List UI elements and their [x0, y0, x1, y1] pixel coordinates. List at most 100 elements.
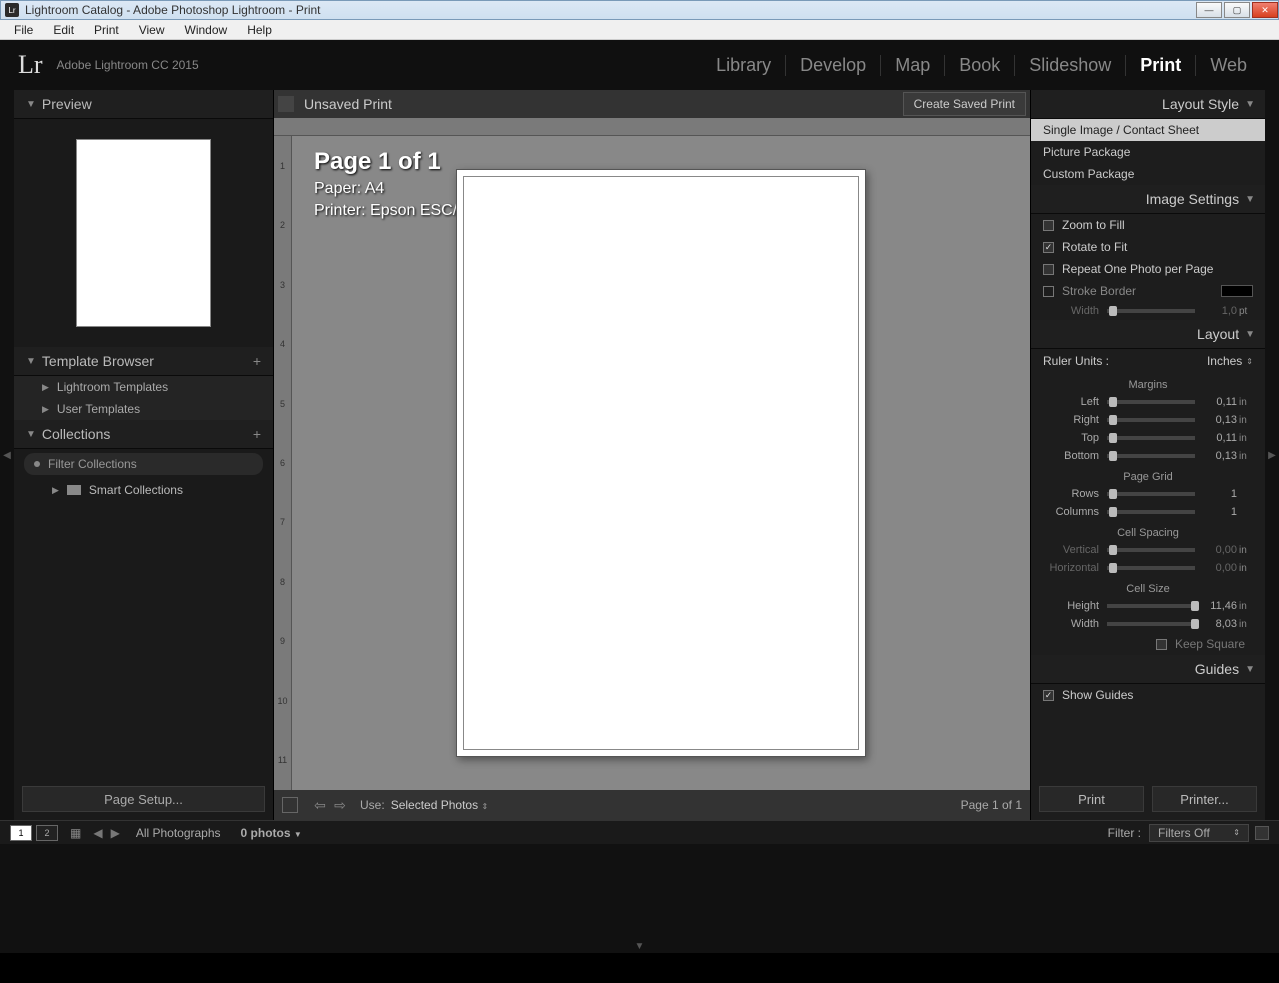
- tab-web[interactable]: Web: [1195, 55, 1261, 76]
- keep-square-checkbox[interactable]: Keep Square: [1031, 633, 1265, 655]
- style-picture-package[interactable]: Picture Package: [1031, 141, 1265, 163]
- source-label[interactable]: All Photographs: [136, 826, 221, 840]
- horizontal-spacing-slider[interactable]: Horizontal0,00in: [1031, 559, 1265, 577]
- stroke-width-slider[interactable]: Width 1,0pt: [1031, 302, 1265, 320]
- filter-label: Filter :: [1108, 826, 1141, 840]
- left-panel-toggle[interactable]: ◀: [0, 90, 14, 820]
- left-panel: ▼ Preview ▼ Template Browser + ▶ Lightro…: [14, 90, 274, 820]
- minimize-button[interactable]: —: [1196, 2, 1222, 18]
- filmstrip[interactable]: [0, 844, 1279, 939]
- margin-left-slider[interactable]: Left0,11in: [1031, 393, 1265, 411]
- smart-collections-row[interactable]: ▶ Smart Collections: [14, 479, 273, 501]
- margin-right-slider[interactable]: Right0,13in: [1031, 411, 1265, 429]
- next-page-button[interactable]: ⇨: [330, 797, 350, 814]
- printer-button[interactable]: Printer...: [1152, 786, 1257, 812]
- prev-page-button[interactable]: ⇦: [310, 797, 330, 814]
- vertical-spacing-slider[interactable]: Vertical0,00in: [1031, 541, 1265, 559]
- add-template-button[interactable]: +: [253, 353, 261, 369]
- style-single-image[interactable]: Single Image / Contact Sheet: [1031, 119, 1265, 141]
- canvas-area: 123 456 789 1011 Page 1 of 1 Paper: A4 P…: [274, 118, 1030, 790]
- menu-print[interactable]: Print: [84, 23, 129, 37]
- zoom-to-fill-checkbox[interactable]: Zoom to Fill: [1031, 214, 1265, 236]
- photo-count[interactable]: 0 photos ▼: [241, 826, 302, 840]
- tree-lightroom-templates[interactable]: ▶ Lightroom Templates: [14, 376, 273, 398]
- filter-collections-input[interactable]: Filter Collections: [24, 453, 263, 475]
- maximize-button[interactable]: ▢: [1224, 2, 1250, 18]
- lightroom-logo: Lr: [18, 50, 43, 80]
- layout-header[interactable]: Layout ▼: [1031, 320, 1265, 349]
- nav-forward-button[interactable]: ▶: [107, 826, 124, 840]
- use-dropdown[interactable]: Selected Photos ⇕: [391, 798, 488, 812]
- layout-style-header[interactable]: Layout Style ▼: [1031, 90, 1265, 119]
- page-grid-title: Page Grid: [1031, 465, 1265, 485]
- main-display-button[interactable]: 1: [10, 825, 32, 841]
- cell-size-title: Cell Size: [1031, 577, 1265, 597]
- smart-collections-label: Smart Collections: [89, 483, 183, 497]
- stroke-border-checkbox[interactable]: Stroke Border: [1031, 280, 1265, 302]
- layout-title: Layout: [1197, 326, 1239, 342]
- nav-back-button[interactable]: ◀: [89, 826, 106, 840]
- template-browser-header[interactable]: ▼ Template Browser +: [14, 347, 273, 376]
- soft-proofing-icon[interactable]: [278, 96, 294, 112]
- repeat-one-checkbox[interactable]: Repeat One Photo per Page: [1031, 258, 1265, 280]
- tab-print[interactable]: Print: [1125, 55, 1195, 76]
- rotate-to-fit-checkbox[interactable]: ✓Rotate to Fit: [1031, 236, 1265, 258]
- guides-header[interactable]: Guides ▼: [1031, 655, 1265, 684]
- right-panel: Layout Style ▼ Single Image / Contact Sh…: [1030, 90, 1265, 820]
- secondary-display-button[interactable]: 2: [36, 825, 58, 841]
- menu-help[interactable]: Help: [237, 23, 282, 37]
- preview-title: Preview: [42, 96, 92, 112]
- filmstrip-toggle[interactable]: ▼: [0, 939, 1279, 953]
- menu-window[interactable]: Window: [175, 23, 238, 37]
- add-collection-button[interactable]: +: [253, 426, 261, 442]
- tab-develop[interactable]: Develop: [785, 55, 880, 76]
- collections-title: Collections: [42, 426, 110, 442]
- rows-slider[interactable]: Rows1: [1031, 485, 1265, 503]
- canvas-body[interactable]: Page 1 of 1 Paper: A4 Printer: Epson ESC…: [292, 136, 1030, 790]
- grid-view-icon[interactable]: ▦: [70, 826, 81, 840]
- print-button[interactable]: Print: [1039, 786, 1144, 812]
- chevron-down-icon: ▼: [26, 429, 36, 440]
- print-page[interactable]: [456, 169, 866, 757]
- tab-slideshow[interactable]: Slideshow: [1014, 55, 1125, 76]
- preview-page: [76, 139, 211, 327]
- preview-panel-header[interactable]: ▼ Preview: [14, 90, 273, 119]
- ruler-units-dropdown[interactable]: Ruler Units : Inches ⇕: [1031, 349, 1265, 373]
- app-header: Lr Adobe Lightroom CC 2015 Library Devel…: [0, 40, 1279, 90]
- create-saved-print-button[interactable]: Create Saved Print: [903, 92, 1026, 116]
- tab-book[interactable]: Book: [944, 55, 1014, 76]
- image-settings-title: Image Settings: [1146, 191, 1239, 207]
- chevron-down-icon: ▼: [1245, 329, 1255, 340]
- tab-library[interactable]: Library: [702, 55, 785, 76]
- menu-view[interactable]: View: [129, 23, 175, 37]
- menu-edit[interactable]: Edit: [43, 23, 84, 37]
- chevron-right-icon: ▶: [42, 404, 49, 415]
- chevron-right-icon: ▶: [42, 382, 49, 393]
- collections-header[interactable]: ▼ Collections +: [14, 420, 273, 449]
- menu-file[interactable]: File: [4, 23, 43, 37]
- filter-lock-icon[interactable]: [1255, 826, 1269, 840]
- filmstrip-toolbar: 1 2 ▦ ◀ ▶ All Photographs 0 photos ▼ Fil…: [0, 820, 1279, 844]
- image-settings-header[interactable]: Image Settings ▼: [1031, 185, 1265, 214]
- page-setup-button[interactable]: Page Setup...: [22, 786, 265, 812]
- margin-bottom-slider[interactable]: Bottom0,13in: [1031, 447, 1265, 465]
- filter-dropdown[interactable]: Filters Off⇕: [1149, 824, 1249, 842]
- cell-width-slider[interactable]: Width8,03in: [1031, 615, 1265, 633]
- columns-slider[interactable]: Columns1: [1031, 503, 1265, 521]
- stroke-color-swatch[interactable]: [1221, 285, 1253, 297]
- style-custom-package[interactable]: Custom Package: [1031, 163, 1265, 185]
- guides-title: Guides: [1195, 661, 1239, 677]
- center-bottom-toolbar: ⇦ ⇨ Use: Selected Photos ⇕ Page 1 of 1: [274, 790, 1030, 820]
- cell-height-slider[interactable]: Height11,46in: [1031, 597, 1265, 615]
- tree-user-templates[interactable]: ▶ User Templates: [14, 398, 273, 420]
- module-tabs: Library Develop Map Book Slideshow Print…: [702, 55, 1261, 76]
- ruler-vertical: 123 456 789 1011: [274, 136, 292, 790]
- tab-map[interactable]: Map: [880, 55, 944, 76]
- margins-title: Margins: [1031, 373, 1265, 393]
- close-button[interactable]: ✕: [1252, 2, 1278, 18]
- right-panel-toggle[interactable]: ▶: [1265, 90, 1279, 820]
- show-guides-checkbox[interactable]: ✓Show Guides: [1031, 684, 1265, 706]
- margin-top-slider[interactable]: Top0,11in: [1031, 429, 1265, 447]
- cell-spacing-title: Cell Spacing: [1031, 521, 1265, 541]
- selection-toggle[interactable]: [282, 797, 298, 813]
